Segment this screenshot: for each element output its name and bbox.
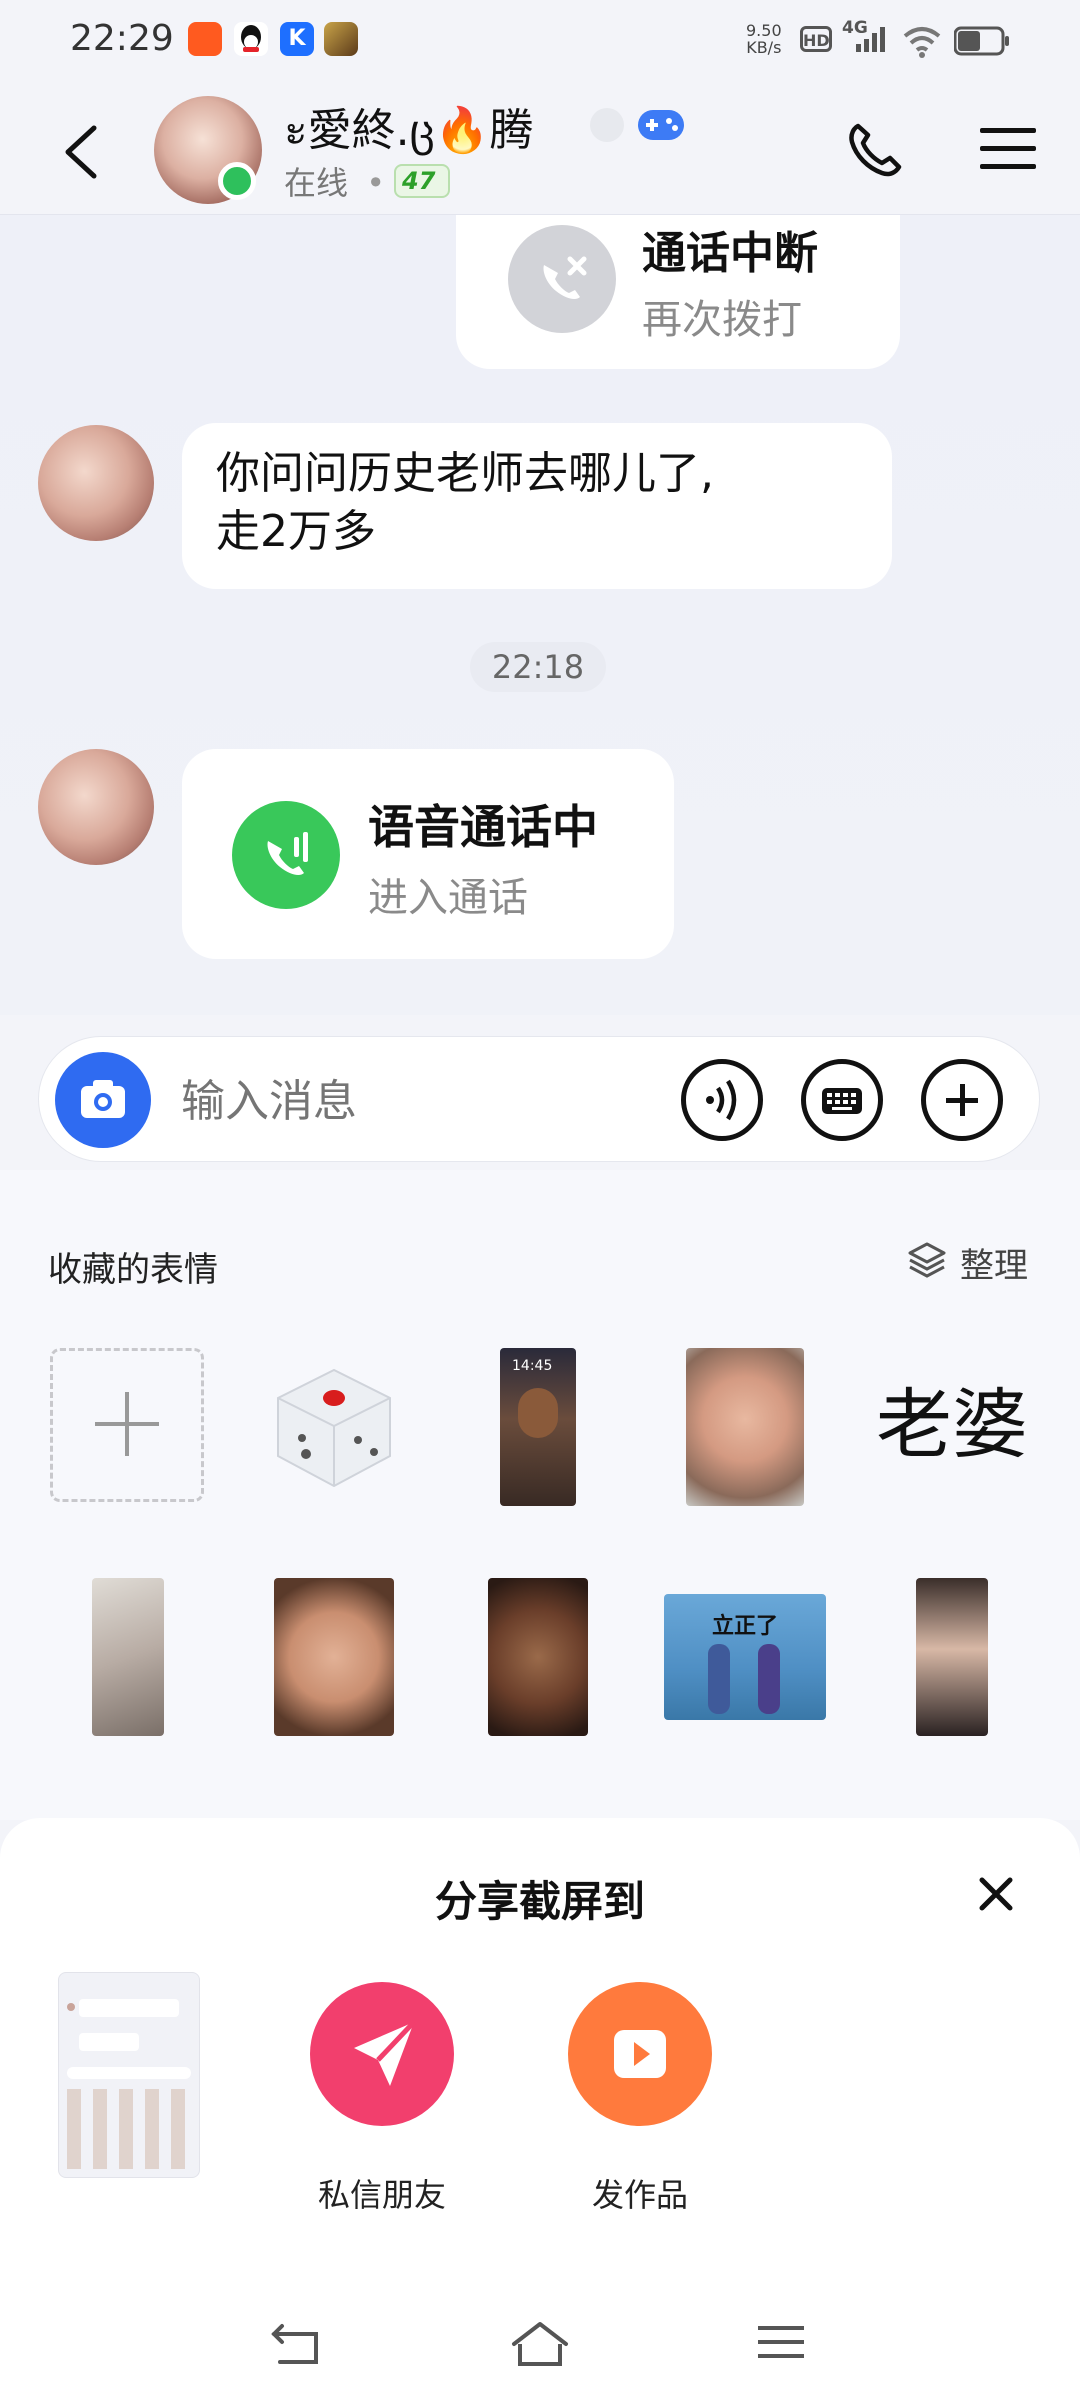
recents-nav-icon[interactable] xyxy=(758,2320,806,2364)
call-ended-icon xyxy=(508,225,616,333)
hd-badge: HD xyxy=(800,26,832,52)
gamepad-icon xyxy=(638,110,684,140)
water-drop-icon xyxy=(590,108,624,142)
call-ended-action[interactable]: 再次拨打 xyxy=(642,287,802,345)
thumb-bubble xyxy=(79,1999,179,2017)
share-post-button[interactable] xyxy=(568,1982,712,2126)
battery-icon xyxy=(954,26,1009,56)
share-post-label: 发作品 xyxy=(591,2176,688,2214)
figure-right xyxy=(758,1644,780,1714)
organize-label: 整理 xyxy=(960,1246,1028,1286)
clock-sticker-time: 14:45 xyxy=(512,1358,553,1374)
share-private-message-label: 私信朋友 xyxy=(317,2176,446,2214)
plus-icon xyxy=(946,1084,978,1116)
hand-sticker[interactable] xyxy=(92,1578,164,1736)
text-message: 你问问历史老师去哪儿了, 走2万多 xyxy=(216,448,714,557)
plus-icon xyxy=(95,1392,159,1456)
camera-icon xyxy=(81,1080,125,1118)
level-badge-value: 47 xyxy=(402,167,436,195)
message-input[interactable] xyxy=(179,1065,683,1137)
send-icon xyxy=(354,2020,416,2086)
dice-sticker[interactable] xyxy=(258,1348,410,1502)
close-icon[interactable] xyxy=(976,1874,1016,1914)
figure-left xyxy=(708,1644,730,1714)
online-status: 在线 xyxy=(284,164,349,202)
camera-button[interactable] xyxy=(55,1052,151,1148)
call-ended-title: 通话中断 xyxy=(642,228,818,279)
net-speed-unit: KB/s xyxy=(746,38,782,57)
girl-sticker[interactable] xyxy=(916,1578,988,1736)
voice-call-icon xyxy=(232,801,340,909)
wifi-icon xyxy=(903,27,941,58)
online-status-row: 在线 • xyxy=(284,158,393,204)
keyboard-button[interactable] xyxy=(801,1059,883,1141)
thumb-stickers xyxy=(67,2089,191,2169)
voice-wave-icon xyxy=(706,1079,737,1121)
dice-icon xyxy=(277,1368,391,1488)
more-button[interactable] xyxy=(921,1059,1003,1141)
thumb-avatar xyxy=(67,2003,75,2011)
voice-call-title: 语音通话中 xyxy=(368,800,598,854)
voice-call-message[interactable]: 语音通话中 进入通话 xyxy=(182,749,674,959)
phone-call-icon[interactable] xyxy=(846,120,906,180)
network-speed: 9.50 KB/s xyxy=(746,22,782,56)
chat-message-list[interactable]: 通话中断 再次拨打 你问问历史老师去哪儿了, 走2万多 22:18 语音通话中 … xyxy=(0,215,1080,1015)
face-sticker[interactable] xyxy=(686,1348,804,1506)
home-nav-icon[interactable] xyxy=(510,2320,570,2372)
message-timestamp: 22:18 xyxy=(470,642,606,692)
net-speed-value: 9.50 xyxy=(746,21,782,40)
status-separator: • xyxy=(366,164,386,202)
sticker-panel: 收藏的表情 整理 14:45 老婆 立正了 xyxy=(0,1170,1080,1820)
sticker-face xyxy=(518,1388,558,1438)
kuaishou-icon xyxy=(188,22,222,56)
screenshot-thumbnail[interactable] xyxy=(58,1972,200,2178)
keyboard-icon xyxy=(822,1088,862,1114)
status-time: 22:29 xyxy=(70,18,174,59)
thumb-input xyxy=(67,2067,191,2079)
voice-call-action[interactable]: 进入通话 xyxy=(368,865,528,923)
voice-input-button[interactable] xyxy=(681,1059,763,1141)
sender-avatar[interactable] xyxy=(38,749,154,865)
add-sticker-button[interactable] xyxy=(50,1348,204,1502)
text-message-bubble[interactable]: 你问问历史老师去哪儿了, 走2万多 xyxy=(182,423,892,589)
message-input-bar xyxy=(38,1036,1040,1162)
share-private-message-button[interactable] xyxy=(310,1982,454,2126)
online-indicator xyxy=(218,162,256,200)
kuwo-icon: K xyxy=(280,22,314,56)
layers-icon xyxy=(908,1242,946,1278)
game-icon xyxy=(324,22,358,56)
back-nav-icon[interactable] xyxy=(270,2320,326,2372)
menu-icon[interactable] xyxy=(980,126,1036,172)
salute-sticker-text: 立正了 xyxy=(711,1614,778,1639)
photo-sticker[interactable]: 14:45 xyxy=(500,1348,576,1506)
level-badge: 47 xyxy=(394,164,450,198)
contact-name[interactable]: ะ愛終.ც🔥腾 xyxy=(284,94,534,165)
sticker-panel-title: 收藏的表情 xyxy=(48,1250,218,1290)
grimace-sticker[interactable] xyxy=(274,1578,394,1736)
call-ended-message[interactable]: 通话中断 再次拨打 xyxy=(456,215,900,369)
sender-avatar[interactable] xyxy=(38,425,154,541)
share-sheet-title: 分享截屏到 xyxy=(434,1877,645,1926)
laughing-sticker[interactable] xyxy=(488,1578,588,1736)
text-sticker[interactable]: 老婆 xyxy=(872,1370,1032,1480)
video-icon xyxy=(614,2030,666,2078)
thumb-bubble xyxy=(79,2033,139,2051)
qq-icon xyxy=(234,22,268,56)
signal-icon: 4G xyxy=(842,18,892,58)
status-bar: 22:29 K 9.50 KB/s HD 4G xyxy=(0,0,1080,80)
back-icon[interactable] xyxy=(58,122,102,182)
salute-sticker[interactable]: 立正了 xyxy=(664,1594,826,1720)
